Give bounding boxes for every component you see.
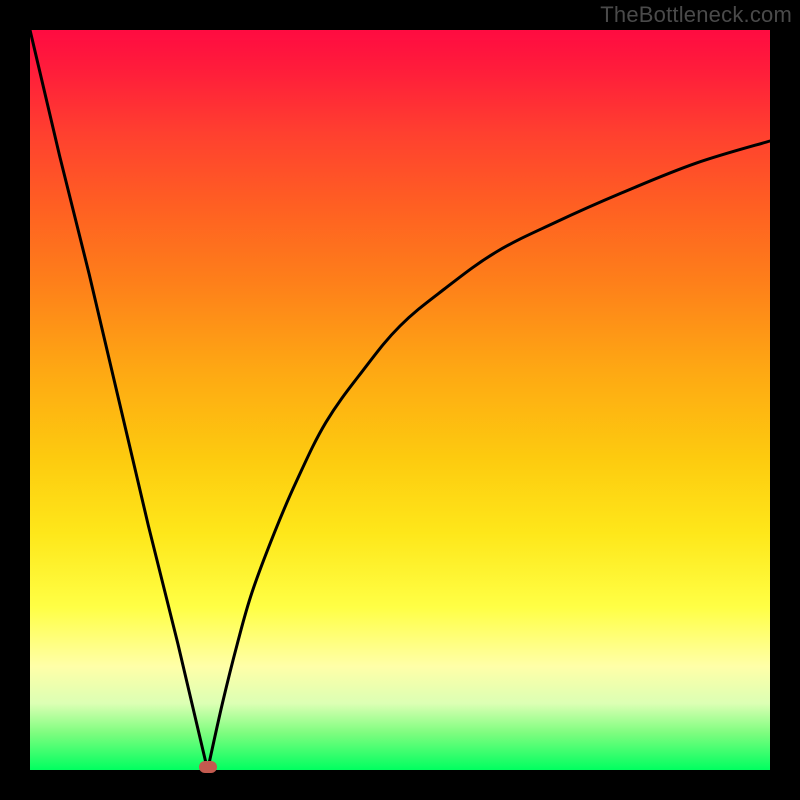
minimum-marker xyxy=(199,761,217,773)
watermark-text: TheBottleneck.com xyxy=(600,2,792,28)
curve-svg xyxy=(30,30,770,770)
bottleneck-curve xyxy=(30,30,770,775)
chart-frame: TheBottleneck.com xyxy=(0,0,800,800)
plot-area xyxy=(30,30,770,770)
